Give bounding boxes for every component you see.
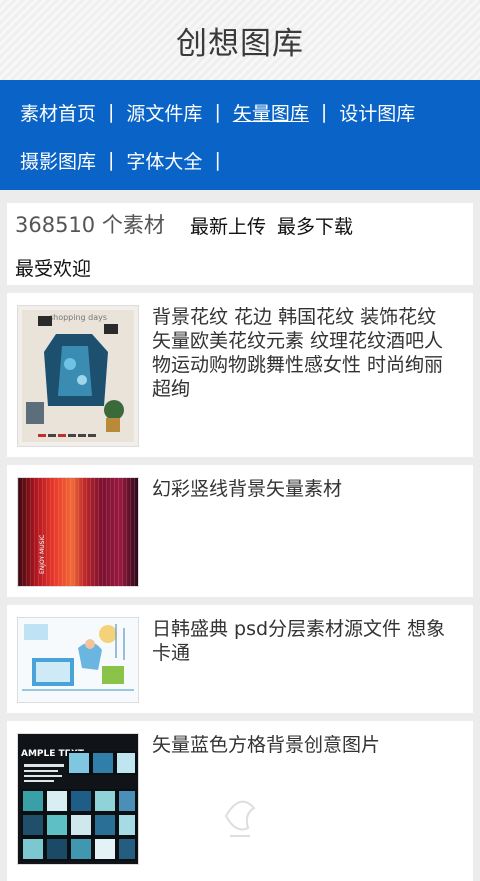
nav-item-vector[interactable]: 矢量图库 [221, 99, 321, 126]
thumb-text: shopping days [49, 313, 107, 322]
item-title[interactable]: 日韩盛典 psd分层素材源文件 想象 卡通 [152, 617, 459, 665]
watermark-icon [224, 800, 256, 837]
blue-grid-image: AMPLE TEXT [18, 734, 138, 864]
nav-separator: | [214, 149, 221, 171]
list-item[interactable]: shopping days 背景花纹 花边 韩国花纹 装饰花纹 矢量欧美花纹元素… [7, 293, 473, 457]
nav-item-source-files[interactable]: 源文件库 [114, 99, 214, 126]
sort-most-popular-link[interactable]: 最受欢迎 [15, 254, 91, 281]
stats-bar: 368510 个素材 最新上传 最多下载 最受欢迎 [7, 203, 473, 285]
item-thumbnail[interactable]: shopping days [17, 305, 139, 447]
material-count: 368510 个素材 [15, 213, 165, 237]
sort-most-downloaded-link[interactable]: 最多下载 [277, 212, 353, 239]
list-item[interactable]: 日韩盛典 psd分层素材源文件 想象 卡通 [7, 605, 473, 713]
item-title[interactable]: 矢量蓝色方格背景创意图片 [152, 733, 459, 757]
nav-item-photography[interactable]: 摄影图库 [8, 147, 108, 174]
sort-latest-link[interactable]: 最新上传 [190, 212, 266, 239]
thumb-text: ENJOY MUSIC [39, 535, 46, 574]
fashion-collage-image: shopping days [18, 306, 138, 446]
app-header: 创想图库 [0, 0, 480, 80]
item-title[interactable]: 幻彩竖线背景矢量素材 [152, 477, 459, 501]
cartoon-scene-image [18, 618, 138, 702]
item-thumbnail[interactable]: AMPLE TEXT [17, 733, 139, 865]
nav-item-home[interactable]: 素材首页 [8, 99, 108, 126]
striped-curtain-image: ENJOY MUSIC [18, 478, 138, 586]
item-thumbnail[interactable] [17, 617, 139, 703]
item-title[interactable]: 背景花纹 花边 韩国花纹 装饰花纹 矢量欧美花纹元素 纹理花纹酒吧人物运动购物跳… [152, 305, 459, 401]
list-item[interactable]: ENJOY MUSIC 幻彩竖线背景矢量素材 [7, 465, 473, 597]
page-title: 创想图库 [176, 25, 304, 62]
nav-item-fonts[interactable]: 字体大全 [114, 147, 214, 174]
category-nav: 素材首页 | 源文件库 | 矢量图库 | 设计图库 摄影图库 | 字体大全 | [0, 80, 480, 190]
nav-row-1: 素材首页 | 源文件库 | 矢量图库 | 设计图库 [8, 88, 480, 136]
nav-row-2: 摄影图库 | 字体大全 | [8, 136, 480, 184]
nav-item-design[interactable]: 设计图库 [327, 99, 427, 126]
item-thumbnail[interactable]: ENJOY MUSIC [17, 477, 139, 587]
